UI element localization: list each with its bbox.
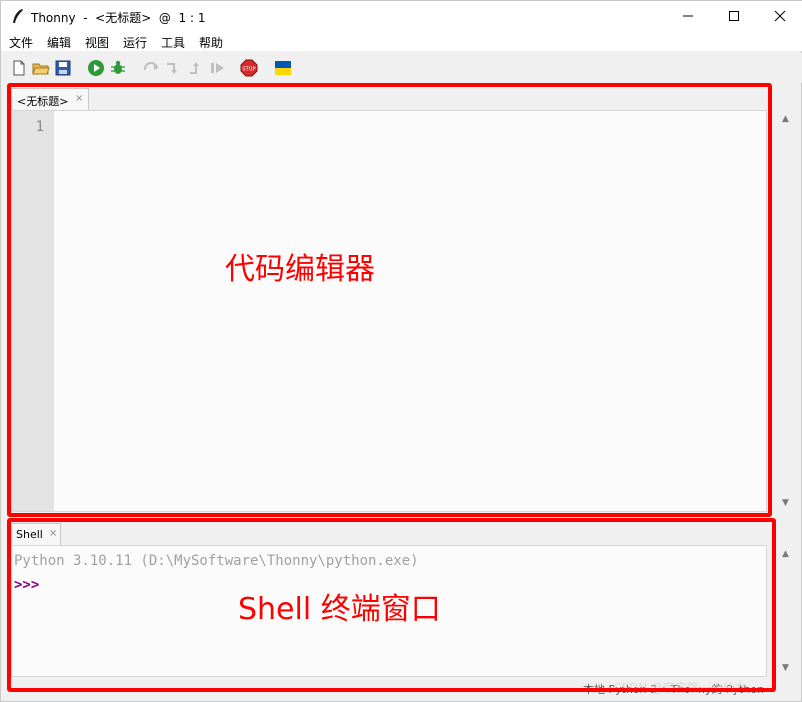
resume-icon bbox=[211, 63, 224, 73]
new-file-icon[interactable] bbox=[10, 59, 28, 77]
editor-highlight-box bbox=[7, 83, 772, 517]
feather-icon bbox=[13, 9, 23, 23]
editor-scrollbar[interactable]: ▲ ▼ bbox=[779, 110, 795, 512]
maximize-button[interactable] bbox=[711, 1, 757, 31]
save-icon[interactable] bbox=[54, 59, 72, 77]
close-icon bbox=[774, 10, 786, 22]
minimize-button[interactable] bbox=[665, 1, 711, 31]
title-bar: Thonny - <无标题> @ 1 : 1 bbox=[1, 1, 802, 31]
stop-icon[interactable]: STOP bbox=[240, 59, 258, 77]
shell-scroll-up-icon[interactable]: ▲ bbox=[782, 549, 789, 559]
run-icon[interactable] bbox=[87, 59, 105, 77]
window-title: Thonny - <无标题> @ 1 : 1 bbox=[31, 11, 206, 25]
shell-annotation: Shell 终端窗口 bbox=[238, 592, 441, 627]
stop-label: STOP bbox=[242, 67, 255, 73]
shell-scrollbar[interactable]: ▲ ▼ bbox=[779, 545, 795, 677]
menu-file[interactable]: 文件 bbox=[9, 34, 33, 51]
thonny-window: Thonny - <无标题> @ 1 : 1 文件 编辑 视图 运行 工具 帮助 bbox=[0, 0, 802, 702]
step-into-icon bbox=[167, 63, 177, 74]
toolbar: STOP bbox=[1, 53, 802, 83]
close-button[interactable] bbox=[757, 1, 802, 31]
menu-tools[interactable]: 工具 bbox=[161, 34, 185, 51]
scroll-up-icon[interactable]: ▲ bbox=[782, 114, 789, 124]
menu-bar: 文件 编辑 视图 运行 工具 帮助 bbox=[1, 31, 802, 51]
menu-edit[interactable]: 编辑 bbox=[47, 34, 71, 51]
shell-scroll-down-icon[interactable]: ▼ bbox=[782, 663, 789, 673]
minimize-icon bbox=[683, 15, 693, 17]
open-folder-icon[interactable] bbox=[32, 59, 50, 77]
editor-annotation: 代码编辑器 bbox=[225, 252, 375, 287]
menu-help[interactable]: 帮助 bbox=[199, 34, 223, 51]
scroll-down-icon[interactable]: ▼ bbox=[782, 498, 789, 508]
menu-view[interactable]: 视图 bbox=[85, 34, 109, 51]
ukraine-flag-icon[interactable] bbox=[274, 59, 292, 77]
maximize-icon bbox=[729, 11, 739, 21]
step-out-icon bbox=[190, 62, 199, 74]
step-over-icon bbox=[143, 61, 158, 71]
menu-run[interactable]: 运行 bbox=[123, 34, 147, 51]
debug-icon[interactable] bbox=[109, 59, 127, 77]
